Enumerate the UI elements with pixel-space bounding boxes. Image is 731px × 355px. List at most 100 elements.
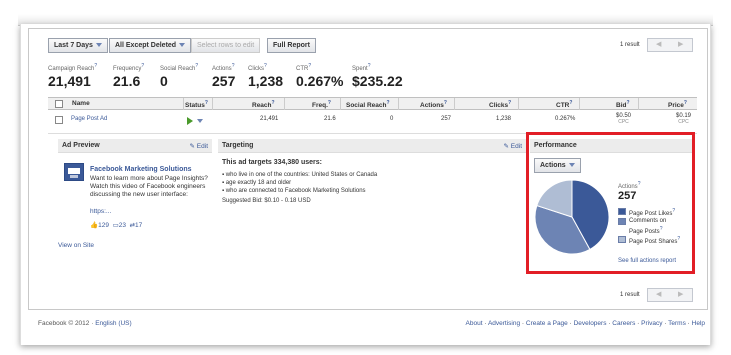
help-icon[interactable]: ? [272, 100, 275, 106]
col-status[interactable]: Status? [185, 100, 208, 109]
footer-link-terms[interactable]: Terms [668, 320, 686, 327]
targeting-title: Targeting [222, 142, 254, 149]
col-ctr-label: CTR [556, 102, 570, 110]
select-rows-button[interactable]: Select rows to edit [191, 38, 261, 53]
col-freq-label: Freq. [312, 102, 328, 110]
help-icon[interactable]: ? [626, 100, 629, 106]
targeting-headline: This ad targets 334,380 users: [222, 159, 322, 166]
col-reach[interactable]: Reach? [252, 100, 275, 109]
full-report-button[interactable]: Full Report [267, 38, 316, 53]
targeting-item-text: age exactly 18 and older [225, 180, 292, 186]
ad-link[interactable]: https:... [90, 208, 111, 215]
view-on-site-link[interactable]: View on Site [58, 242, 94, 249]
footer-link-create-page[interactable]: Create a Page [526, 320, 568, 327]
pagination: ◀ ▶ [647, 38, 693, 52]
col-clicks[interactable]: Clicks? [489, 100, 511, 109]
status-filter-label: All Except Deleted [115, 42, 177, 49]
table-row: Page Post Ad 21,491 21.6 0 257 1,238 0.2… [48, 110, 697, 134]
prev-page-icon[interactable]: ◀ [656, 40, 661, 48]
next-page-icon[interactable]: ▶ [678, 290, 683, 298]
help-icon[interactable]: ? [508, 100, 511, 106]
targeting-item: ▪ who live in one of the countries: Unit… [222, 172, 378, 178]
status-dropdown-icon[interactable] [197, 119, 203, 123]
stat-spent: Spent? $235.22 [352, 63, 403, 89]
bid-unit: CPC [618, 119, 629, 125]
pagination-bottom: ◀ ▶ [647, 288, 693, 302]
footer-link-careers[interactable]: Careers [612, 320, 635, 327]
footer-link-developers[interactable]: Developers [574, 320, 607, 327]
edit-ad-preview-link[interactable]: ✎ Edit [190, 142, 208, 150]
targeting-item-text: who live in one of the countries: United… [225, 172, 378, 178]
ad-name-link[interactable]: Page Post Ad [71, 116, 107, 122]
select-all-checkbox[interactable] [55, 100, 63, 108]
row-ctr: 0.267% [555, 116, 576, 122]
targeting-list: ▪ who live in one of the countries: Unit… [222, 171, 377, 195]
share-count: 17 [135, 222, 143, 229]
footer-link-about[interactable]: About [466, 320, 483, 327]
ad-preview-title: Ad Preview [62, 142, 100, 149]
help-icon[interactable]: ? [368, 63, 371, 69]
footer-link-privacy[interactable]: Privacy [641, 320, 662, 327]
stat-value: 21,491 [48, 73, 91, 89]
help-icon[interactable]: ? [386, 100, 389, 106]
help-icon[interactable]: ? [569, 100, 572, 106]
footer-link-help[interactable]: Help [692, 320, 705, 327]
help-icon[interactable]: ? [195, 63, 198, 69]
stat-value: 21.6 [113, 73, 141, 89]
help-icon[interactable]: ? [94, 63, 97, 69]
stat-clicks: Clicks? 1,238 [248, 63, 283, 89]
help-icon[interactable]: ? [232, 63, 235, 69]
help-icon[interactable]: ? [444, 100, 447, 106]
row-checkbox[interactable] [55, 116, 63, 124]
targeting-item: ▪ age exactly 18 and older [222, 180, 292, 186]
chevron-down-icon [179, 43, 186, 48]
language-link[interactable]: English (US) [95, 320, 131, 327]
status-filter-dropdown[interactable]: All Except Deleted [109, 38, 192, 53]
play-icon[interactable] [187, 117, 193, 125]
row-bid: $0.50 CPC [616, 113, 631, 125]
col-actions[interactable]: Actions? [420, 100, 447, 109]
stat-social-reach: Social Reach? 0 [160, 63, 198, 89]
ad-title[interactable]: Facebook Marketing Solutions [90, 166, 192, 173]
prev-page-icon[interactable]: ◀ [656, 290, 661, 298]
help-icon[interactable]: ? [308, 63, 311, 69]
footer-link-advertising[interactable]: Advertising [488, 320, 520, 327]
copyright: Facebook © 2012 · [38, 320, 94, 327]
stat-ctr: CTR? 0.267% [296, 63, 343, 89]
col-freq[interactable]: Freq.? [312, 100, 331, 109]
stat-label: Frequency [113, 66, 142, 72]
result-count-bottom: 1 result [620, 292, 640, 298]
col-ctr[interactable]: CTR? [556, 100, 572, 109]
date-range-label: Last 7 Days [54, 42, 93, 49]
col-name[interactable]: Name [72, 100, 90, 107]
col-social-reach-label: Social Reach [346, 102, 387, 110]
col-bid[interactable]: Bid? [616, 100, 630, 109]
targeting-item-text: who are connected to Facebook Marketing … [225, 188, 366, 194]
help-icon[interactable]: ? [684, 100, 687, 106]
footer-left: Facebook © 2012 · English (US) [38, 320, 132, 327]
help-icon[interactable]: ? [141, 63, 144, 69]
stat-frequency: Frequency? 21.6 [113, 63, 144, 89]
col-price-label: Price [668, 102, 684, 110]
price-unit: CPC [678, 119, 689, 125]
help-icon[interactable]: ? [328, 100, 331, 106]
ad-creative: Facebook Marketing Solutions Want to lea… [62, 161, 208, 231]
stat-actions: Actions? 257 [212, 63, 235, 89]
help-icon[interactable]: ? [264, 63, 267, 69]
edit-targeting-link[interactable]: ✎ Edit [504, 142, 522, 150]
stat-value: 257 [212, 73, 236, 89]
targeting-item: ▪ who are connected to Facebook Marketin… [222, 188, 366, 194]
stat-value: $235.22 [352, 73, 403, 89]
row-clicks: 1,238 [496, 116, 512, 122]
help-icon[interactable]: ? [205, 100, 208, 106]
col-price[interactable]: Price? [668, 100, 687, 109]
edit-label: Edit [196, 143, 208, 150]
next-page-icon[interactable]: ▶ [678, 40, 683, 48]
ad-body: Want to learn more about Page Insights? … [90, 175, 208, 199]
stat-label: Clicks [248, 66, 264, 72]
edit-label: Edit [510, 143, 522, 150]
stat-value: 1,238 [248, 73, 284, 89]
date-range-dropdown[interactable]: Last 7 Days [48, 38, 108, 53]
col-social-reach[interactable]: Social Reach? [346, 100, 390, 109]
stat-value: 0.267% [296, 73, 344, 89]
